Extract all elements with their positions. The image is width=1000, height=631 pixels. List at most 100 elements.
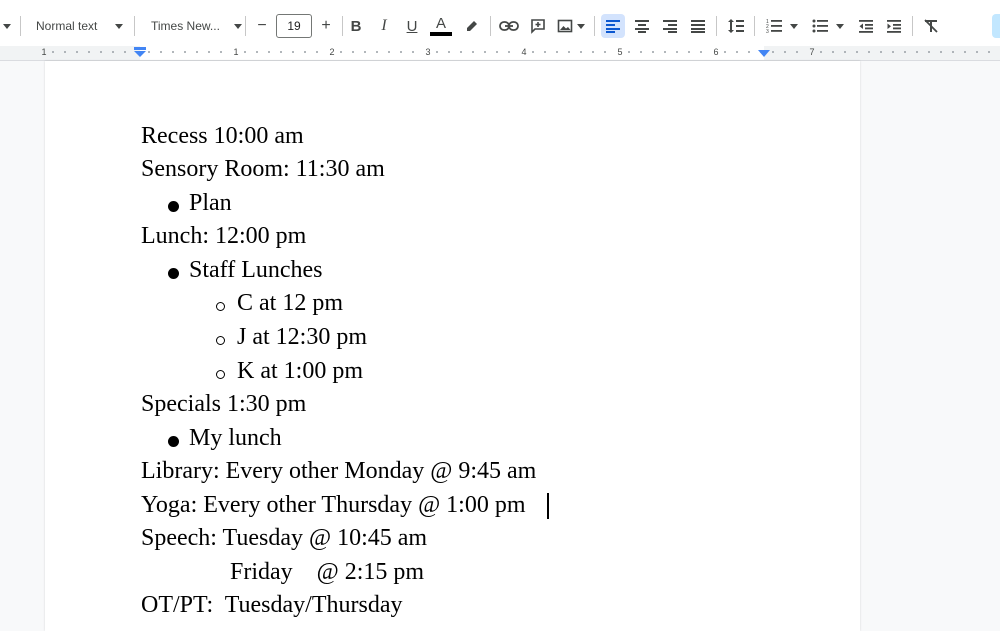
ruler-tick [676,51,678,53]
clear-formatting-icon [924,19,938,33]
doc-line[interactable]: Specials 1:30 pm [141,389,306,419]
chevron-down-icon [836,23,844,29]
doc-line[interactable]: Friday @ 2:15 pm [230,557,424,587]
font-family-label: Times New... [151,19,220,33]
ruler-tick [184,51,186,53]
ruler-right-margin [764,46,1000,60]
doc-line[interactable]: Recess 10:00 am [141,121,304,151]
left-indent-marker-icon[interactable] [134,47,146,58]
editing-mode-button[interactable] [992,14,1000,38]
align-left-button[interactable] [601,14,625,38]
ruler-tick [508,51,510,53]
underline-button[interactable]: U [400,14,424,38]
ruler-tick [148,51,150,53]
doc-list-item[interactable]: My lunch [189,423,282,453]
font-size-input[interactable]: 19 [276,14,312,38]
ruler-tick [748,51,750,53]
ruler-tick [280,51,282,53]
ruler-tick [124,51,126,53]
ruler-tick [664,51,666,53]
ruler-tick [388,51,390,53]
doc-line[interactable]: Yoga: Every other Thursday @ 1:00 pm [141,490,526,520]
numbered-list-button[interactable]: 123 [762,14,802,38]
doc-list-item[interactable]: Staff Lunches [189,255,323,285]
doc-list-item[interactable]: C at 12 pm [237,288,343,318]
font-family-select[interactable]: Times New... [143,14,243,38]
insert-comment-button[interactable] [526,14,550,38]
decrease-indent-button[interactable] [854,14,878,38]
italic-icon: I [381,17,387,34]
ruler-tick [208,51,210,53]
clear-formatting-button[interactable] [919,14,943,38]
toolbar-divider [245,16,246,36]
align-center-icon [635,20,649,33]
ruler-tick [244,51,246,53]
ruler-tick [964,51,966,53]
decrease-indent-icon [859,20,873,33]
bulleted-list-button[interactable] [808,14,848,38]
chevron-down-icon [790,23,798,29]
ruler-tick [304,51,306,53]
ruler-tick [460,51,462,53]
toolbar-divider [490,16,491,36]
right-indent-marker-icon[interactable] [758,50,770,58]
bullet-icon [168,436,179,447]
align-right-button[interactable] [658,14,682,38]
ruler-tick [400,51,402,53]
increase-indent-button[interactable] [882,14,906,38]
doc-line[interactable]: OT/PT: Tuesday/Thursday [141,590,402,620]
ruler-tick [568,51,570,53]
ruler-tick [880,51,882,53]
image-icon [557,19,573,33]
ruler-tick [904,51,906,53]
doc-list-item[interactable]: J at 12:30 pm [237,322,367,352]
justify-button[interactable] [686,14,710,38]
minus-icon: − [257,17,267,34]
ruler-tick [196,51,198,53]
toolbar-divider [20,16,21,36]
ruler-tick [532,51,534,53]
ruler-tick [64,51,66,53]
doc-line[interactable]: Lunch: 12:00 pm [141,221,306,251]
ruler-tick [844,51,846,53]
chevron-down-icon [3,23,11,29]
ruler-number: 2 [329,47,335,57]
ruler-number: 1 [41,47,47,57]
ruler-tick [316,51,318,53]
doc-line[interactable]: Library: Every other Monday @ 9:45 am [141,456,536,486]
insert-image-button[interactable] [553,14,589,38]
ruler-tick [928,51,930,53]
toolbar-overflow-dropdown[interactable] [0,14,14,38]
toolbar-divider [716,16,717,36]
ruler-tick [724,51,726,53]
ruler-tick [916,51,918,53]
doc-line[interactable]: Speech: Tuesday @ 10:45 am [141,523,427,553]
insert-link-button[interactable] [497,14,521,38]
ruler-tick [556,51,558,53]
doc-list-item[interactable]: K at 1:00 pm [237,356,363,386]
bold-button[interactable]: B [344,14,368,38]
align-center-button[interactable] [630,14,654,38]
highlight-color-button[interactable] [460,14,484,38]
align-right-icon [663,20,677,33]
doc-line[interactable]: Sensory Room: 11:30 am [141,154,385,184]
doc-list-item[interactable]: Plan [189,188,232,218]
ruler-tick [640,51,642,53]
text-color-button[interactable]: A [429,14,453,38]
line-spacing-button[interactable] [724,14,748,38]
ruler-tick [412,51,414,53]
ruler-tick [52,51,54,53]
ruler-tick [952,51,954,53]
ruler-tick [856,51,858,53]
ruler-tick [448,51,450,53]
ruler-tick [160,51,162,53]
line-spacing-icon [728,19,744,33]
italic-button[interactable]: I [372,14,396,38]
decrease-font-size-button[interactable]: − [250,14,274,38]
paragraph-style-select[interactable]: Normal text [28,14,128,38]
text-color-icon: A [435,15,446,32]
document-page[interactable]: Recess 10:00 am Sensory Room: 11:30 am P… [45,61,860,631]
ruler-tick [796,51,798,53]
increase-font-size-button[interactable]: + [314,14,338,38]
toolbar-divider [134,16,135,36]
